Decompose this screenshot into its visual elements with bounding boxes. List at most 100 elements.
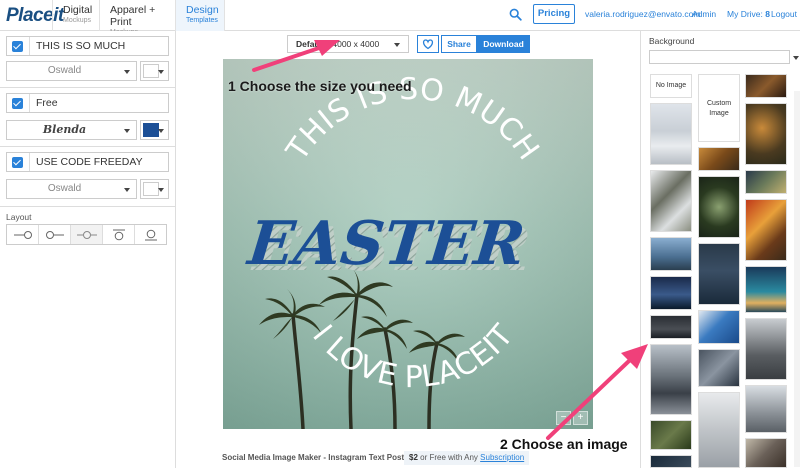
nav-tab-digital[interactable]: Digital Mockups — [52, 0, 99, 31]
background-thumb[interactable] — [745, 318, 787, 380]
layout-option-center-circle[interactable] — [71, 225, 103, 244]
layout-left-circle-icon — [14, 231, 32, 239]
chevron-down-icon — [124, 129, 130, 133]
layout-top-circle-icon — [113, 229, 125, 241]
text-layer-input[interactable]: USE CODE FREEDAY — [6, 152, 169, 172]
price-suffix: or Free with Any — [417, 453, 481, 462]
font-name: Blenda — [42, 123, 87, 136]
divider — [29, 37, 30, 55]
layout-options — [6, 224, 167, 245]
search-icon[interactable] — [509, 8, 522, 21]
size-value: 4000 x 4000 — [332, 39, 380, 49]
background-thumb[interactable] — [650, 315, 692, 339]
background-thumb[interactable] — [745, 266, 787, 313]
scrollbar[interactable] — [794, 91, 800, 467]
chevron-down-icon[interactable] — [793, 56, 799, 60]
text-layer-input[interactable]: THIS IS SO MUCH — [6, 36, 169, 56]
canvas-middle-text[interactable]: EASTER EASTER — [243, 209, 534, 285]
app-root: Placeit Digital Mockups Apparel + Print … — [0, 0, 800, 468]
easter-text: EASTER — [243, 209, 528, 279]
design-preview[interactable]: THIS IS SO MUCH EASTER EASTER I LOVE PLA… — [223, 59, 593, 429]
admin-link[interactable]: Admin — [692, 9, 716, 19]
background-thumb[interactable] — [698, 310, 740, 344]
background-thumb[interactable] — [745, 74, 787, 98]
share-button[interactable]: Share — [441, 35, 477, 53]
background-thumb[interactable] — [698, 147, 740, 171]
background-thumb[interactable] — [650, 455, 692, 468]
heart-icon — [422, 39, 434, 50]
background-thumb[interactable] — [745, 170, 787, 194]
favorite-button[interactable] — [417, 35, 439, 53]
text-layer-block: THIS IS SO MUCH Oswald — [0, 31, 176, 88]
font-select[interactable]: Oswald — [6, 179, 137, 199]
background-thumb[interactable] — [698, 176, 740, 238]
layer-checkbox[interactable] — [12, 98, 23, 109]
background-thumb[interactable] — [745, 103, 787, 165]
background-panel: Background No Image Custom Image — [640, 31, 800, 468]
layout-label: Layout — [6, 212, 32, 222]
color-picker[interactable] — [140, 120, 169, 140]
chevron-down-icon — [394, 43, 400, 47]
text-layer-input[interactable]: Free — [6, 93, 169, 113]
color-picker[interactable] — [140, 179, 169, 199]
price-value: $2 — [409, 453, 418, 462]
nav-tab-sub: Mockups — [63, 17, 92, 24]
layout-option-bottom-circle[interactable] — [135, 225, 166, 244]
background-thumb[interactable] — [650, 420, 692, 450]
color-swatch — [143, 64, 159, 78]
background-thumb[interactable] — [745, 438, 787, 468]
layout-option-right-circle[interactable] — [39, 225, 71, 244]
background-thumb[interactable] — [650, 237, 692, 271]
custom-image-option[interactable]: Custom Image — [698, 74, 740, 142]
divider — [29, 153, 30, 171]
layer-text: USE CODE FREEDAY — [36, 156, 143, 168]
template-caption: Social Media Image Maker - Instagram Tex… — [222, 453, 405, 462]
background-thumb[interactable] — [650, 344, 692, 415]
background-thumb[interactable] — [698, 392, 740, 468]
font-select[interactable]: Blenda — [6, 120, 137, 140]
nav-tab-design[interactable]: Design Templates — [175, 0, 225, 31]
background-category-select[interactable] — [649, 50, 790, 64]
size-select[interactable]: Default - 4000 x 4000 — [287, 35, 409, 53]
background-thumb[interactable] — [698, 243, 740, 305]
annotation-step-1: 1 Choose the size you need — [228, 78, 412, 94]
color-picker[interactable] — [140, 61, 169, 81]
pricing-button[interactable]: Pricing — [533, 4, 575, 24]
chevron-down-icon — [124, 70, 130, 74]
background-thumb[interactable] — [698, 349, 740, 387]
size-select-value: Default - 4000 x 4000 — [296, 39, 379, 49]
chevron-down-icon — [158, 129, 164, 133]
background-thumb[interactable] — [745, 385, 787, 433]
text-layer-block: USE CODE FREEDAY Oswald — [0, 147, 176, 207]
background-label: Background — [649, 36, 695, 46]
background-thumb[interactable] — [650, 103, 692, 165]
font-name: Oswald — [47, 183, 82, 194]
font-select[interactable]: Oswald — [6, 61, 137, 81]
layer-checkbox[interactable] — [12, 157, 23, 168]
account-email-link[interactable]: valeria.rodriguez@envato.com — [585, 9, 700, 19]
logout-link[interactable]: Logout — [771, 9, 797, 19]
nav-tab-label: Design — [186, 4, 219, 16]
download-button[interactable]: Download — [477, 35, 530, 53]
layout-right-circle-icon — [46, 231, 64, 239]
layer-checkbox[interactable] — [12, 41, 23, 52]
my-drive-link[interactable]: My Drive: 8 — [727, 9, 770, 19]
background-thumb[interactable] — [650, 276, 692, 310]
layout-bottom-circle-icon — [145, 229, 157, 241]
zoom-out-button[interactable]: − — [556, 411, 571, 425]
background-thumb[interactable] — [650, 170, 692, 232]
my-drive-count: 8 — [765, 9, 770, 19]
no-image-option[interactable]: No Image — [650, 74, 692, 98]
top-nav: Placeit Digital Mockups Apparel + Print … — [0, 0, 800, 36]
color-swatch — [143, 123, 159, 137]
nav-tab-sub: Templates — [186, 17, 218, 24]
layout-option-left-circle[interactable] — [7, 225, 39, 244]
price-box: $2 or Free with Any Subscription — [404, 451, 530, 465]
canvas-bottom-text[interactable]: I LOVE PLACEIT — [305, 318, 520, 395]
nav-tab-apparel[interactable]: Apparel + Print Mockups — [99, 0, 175, 36]
subscription-link[interactable]: Subscription — [480, 453, 524, 462]
background-thumb[interactable] — [745, 199, 787, 261]
chevron-down-icon — [158, 70, 164, 74]
zoom-in-button[interactable]: + — [573, 411, 588, 425]
layout-option-top-circle[interactable] — [103, 225, 135, 244]
